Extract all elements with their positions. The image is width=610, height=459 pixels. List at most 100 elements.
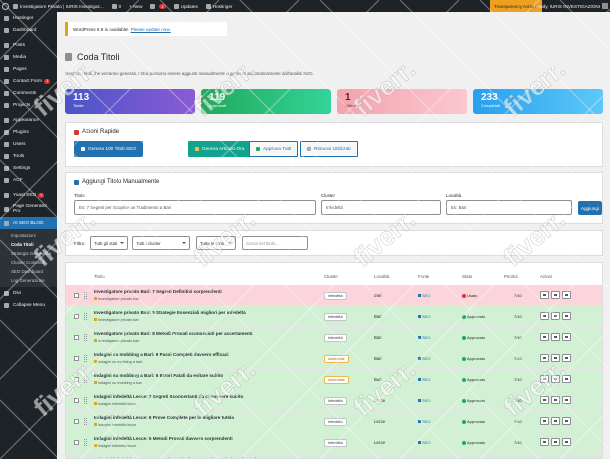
wordpress-logo-icon[interactable]	[2, 2, 9, 10]
cluster-filter-select[interactable]: Tutti i cluster	[132, 236, 190, 250]
yoast-adminbar-link[interactable]: 1	[146, 0, 169, 12]
row-checkbox[interactable]	[74, 398, 79, 403]
submenu-item-log-generazione[interactable]: Log Generazione	[0, 276, 57, 285]
edit-button[interactable]	[540, 333, 549, 341]
toggle-status-button[interactable]	[551, 375, 560, 383]
toggle-status-button[interactable]	[551, 438, 560, 446]
sidebar-item-dashboard[interactable]: Dashboard	[0, 24, 57, 36]
toggle-status-button[interactable]	[551, 417, 560, 425]
delete-button[interactable]	[562, 396, 571, 404]
sidebar-item-yoast-seo[interactable]: Yoast SEO 1	[0, 189, 57, 201]
column-header-cluster[interactable]: Cluster	[324, 274, 338, 279]
submenu-item-coda-titoli[interactable]: Coda Titoli	[0, 240, 57, 249]
sidebar-item-projects[interactable]: Projects	[0, 99, 57, 111]
update-now-link[interactable]: Please update now.	[131, 27, 171, 32]
account-menu[interactable]: Howdy, IURIS INVESTIGAZIONI	[533, 0, 608, 12]
new-content-link[interactable]: + New	[125, 0, 146, 12]
title-input[interactable]: Es: 7 Segreti per Scoprire un Tradimento…	[74, 200, 316, 215]
sidebar-item-comments[interactable]: Comments	[0, 87, 57, 99]
edit-button[interactable]	[540, 417, 549, 425]
drag-handle-icon[interactable]	[84, 313, 87, 320]
cluster-select[interactable]: Infedeltà	[321, 200, 441, 215]
delete-button[interactable]	[562, 333, 571, 341]
row-location: Bari	[374, 335, 382, 340]
sidebar-item-plugins[interactable]: Plugins	[0, 126, 57, 138]
sidebar-item-page-generator-pro[interactable]: Page Generator Pro	[0, 201, 57, 217]
sidebar-item-collapse-menu[interactable]: Collapse Menu	[0, 299, 57, 311]
location-input[interactable]: Es: Bari	[446, 200, 572, 215]
edit-button[interactable]	[540, 312, 549, 320]
delete-button[interactable]	[562, 312, 571, 320]
delete-button[interactable]	[562, 375, 571, 383]
sidebar-item-appearance[interactable]: Appearance	[0, 114, 57, 126]
approve-all-button[interactable]: Approva Tutti	[249, 141, 299, 157]
sidebar-item-contact-form[interactable]: Contact Form 1	[0, 75, 57, 87]
submenu-item-cluster-contenuti[interactable]: Cluster Contenuti	[0, 258, 57, 267]
edit-button[interactable]	[540, 354, 549, 362]
edit-button[interactable]	[540, 438, 549, 446]
drag-handle-icon[interactable]	[84, 418, 87, 425]
row-priority: 7/10	[514, 440, 522, 445]
edit-button[interactable]	[540, 396, 549, 404]
submenu-item-impostazioni[interactable]: Impostazioni	[0, 231, 57, 240]
submenu-item-strategia-geografica[interactable]: Strategia Geografica	[0, 249, 57, 258]
delete-button[interactable]	[562, 438, 571, 446]
sidebar-item-divi[interactable]: Divi	[0, 287, 57, 299]
page-title: Coda Titoli	[65, 52, 120, 62]
row-checkbox[interactable]	[74, 440, 79, 445]
drag-handle-icon[interactable]	[84, 397, 87, 404]
row-checkbox[interactable]	[74, 419, 79, 424]
sidebar-item-users[interactable]: Users	[0, 138, 57, 150]
source-filter-select[interactable]: Tutte le fonti	[196, 236, 236, 250]
sidebar-item-label: Divi	[13, 290, 21, 296]
sidebar-item-pages[interactable]: Pages	[0, 63, 57, 75]
delete-button[interactable]	[562, 354, 571, 362]
site-name-link[interactable]: Investigatore Privato | IURIS Investigaz…	[9, 0, 108, 12]
toggle-status-button[interactable]	[551, 354, 560, 362]
sidebar-item-media[interactable]: Media	[0, 51, 57, 63]
column-header-location[interactable]: Località	[374, 274, 389, 279]
sidebar-item-settings[interactable]: Settings	[0, 162, 57, 174]
status-filter-select[interactable]: Tutti gli stati	[90, 236, 128, 250]
cluster-badge: Infedeltà	[324, 334, 347, 342]
hostinger-adminbar-link[interactable]: Hostinger	[202, 0, 237, 12]
column-header-title[interactable]: Titolo	[94, 274, 105, 279]
drag-handle-icon[interactable]	[84, 334, 87, 341]
delete-button[interactable]	[562, 291, 571, 299]
toggle-status-button[interactable]	[551, 333, 560, 341]
sidebar-item-ai-seo-blog[interactable]: AI SEO BLOG	[0, 217, 57, 229]
drag-handle-icon[interactable]	[84, 355, 87, 362]
sidebar-item-hostinger[interactable]: Hostinger	[0, 12, 57, 24]
column-header-priority[interactable]: Priorità	[504, 274, 518, 279]
toggle-status-button[interactable]	[551, 291, 560, 299]
drag-handle-icon[interactable]	[84, 376, 87, 383]
drag-handle-icon[interactable]	[84, 439, 87, 446]
stat-card-approved: 119 Approvati	[201, 89, 331, 114]
sidebar-item-acf[interactable]: ACF	[0, 174, 57, 186]
edit-button[interactable]	[540, 291, 549, 299]
submenu-item-seo-dashboard[interactable]: SEO Dashboard	[0, 267, 57, 276]
row-checkbox[interactable]	[74, 335, 79, 340]
comments-link[interactable]: 0	[108, 0, 126, 12]
row-checkbox[interactable]	[74, 314, 79, 319]
updates-link[interactable]: Updates	[170, 0, 202, 12]
keyword-icon	[94, 297, 97, 300]
sidebar-item-posts[interactable]: Posts	[0, 39, 57, 51]
add-title-button[interactable]: Aggiungi	[578, 201, 602, 215]
toggle-status-button[interactable]	[551, 312, 560, 320]
delete-button[interactable]	[562, 417, 571, 425]
column-header-source[interactable]: Fonte	[418, 274, 429, 279]
drag-handle-icon[interactable]	[84, 292, 87, 299]
row-checkbox[interactable]	[74, 377, 79, 382]
edit-button[interactable]	[540, 375, 549, 383]
row-checkbox[interactable]	[74, 356, 79, 361]
cluster-badge: Aziendale	[324, 355, 349, 363]
generate-article-button[interactable]: Genera Articolo Ora	[188, 141, 252, 157]
column-header-status[interactable]: Stato	[462, 274, 472, 279]
row-checkbox[interactable]	[74, 293, 79, 298]
search-input[interactable]: Cerca nel titolo...	[242, 236, 308, 250]
remove-used-button[interactable]: Rimuovi Utilizzati	[300, 141, 358, 157]
sidebar-item-tools[interactable]: Tools	[0, 150, 57, 162]
generate-titles-button[interactable]: Genera 100 Titoli SEO	[74, 141, 143, 157]
toggle-status-button[interactable]	[551, 396, 560, 404]
